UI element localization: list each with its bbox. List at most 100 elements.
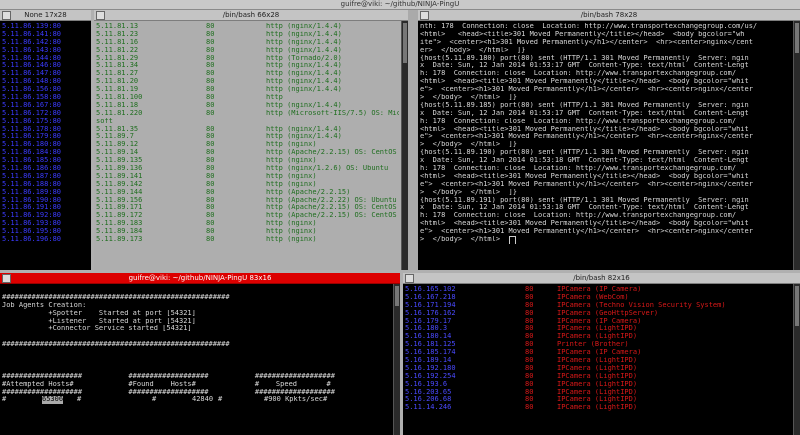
terminal-output[interactable]: nth: 178 Connection: close Location: htt… (418, 21, 793, 270)
scrollbar-thumb[interactable] (795, 286, 799, 326)
service-banner: http (nginx/1.4.4) (266, 86, 342, 94)
host-ip: 5.11.81.16 (96, 38, 139, 46)
host-port: 80 (525, 388, 534, 396)
output-line: 5.11.86.148:80 (2, 78, 62, 86)
scrollbar-thumb[interactable] (395, 286, 399, 306)
host-ip: 5.11.89.183 (96, 220, 143, 228)
close-icon[interactable] (2, 274, 11, 283)
host-port: 80 (525, 301, 534, 309)
output-line: h: 178 Connection: close Location: http:… (420, 70, 737, 78)
close-icon[interactable] (96, 11, 105, 20)
output-line: h: 178 Connection: close Location: http:… (420, 212, 737, 220)
service-banner: http (nginx/1.4.4) (266, 101, 342, 109)
device-type: IPCamera (Techno Vision Security System) (557, 301, 726, 309)
scrollbar[interactable] (793, 21, 800, 270)
terminal-pane-bash-66x28[interactable]: /bin/bash 66x28 5.11.81.13 80 http (nginx/… (94, 10, 408, 270)
host-ip: 5.16.189.14 (405, 357, 452, 365)
host-port: 80 (525, 325, 534, 333)
terminal-pane-ninja-pingu[interactable]: guifre@viki: ~/github/NINJA-PingU 83x16 … (0, 273, 400, 435)
output-line: x Date: Sun, 12 Jan 2014 01:53:18 GMT Co… (420, 204, 749, 212)
scan-result-row: 5.11.81.100 80 http (96, 94, 399, 102)
output-line: 5.11.86.167:80 (2, 101, 62, 109)
output-line: 5.11.86.175:80 (2, 117, 62, 125)
output-line: e"> <center><h1>301 Moved Permanently</h… (420, 133, 753, 141)
terminal-pane-bash-82x16[interactable]: /bin/bash 82x16 5.16.165.102 80 IPCamera (… (403, 273, 800, 435)
pane-title: /bin/bash 78x28 (580, 11, 638, 19)
close-icon[interactable] (405, 274, 414, 283)
host-ip: 5.16.180.14 (405, 333, 452, 341)
pane-title-bar: None 17x28 (0, 10, 91, 21)
terminal-output[interactable]: 5.11.86.139:80 5.11.86.141:80 5.11.86.142:… (0, 21, 91, 270)
output-line: 5.11.86.178:80 (2, 125, 62, 133)
output-line: e"> <center><h1>301 Moved Permanently</h… (420, 180, 753, 188)
scan-result-row: 5.11.89.14 80 http (Apache/2.2.15) OS: Cen… (96, 149, 399, 157)
host-ip: 5.16.179.17 (405, 317, 452, 325)
close-icon[interactable] (2, 11, 11, 20)
output-line: ########################################… (2, 293, 230, 301)
output-line: 5.11.86.144:80 (2, 54, 62, 62)
scrollbar-thumb[interactable] (403, 23, 407, 63)
scan-result-row: 5.11.81.35 80 http (nginx/1.4.4) (96, 126, 399, 134)
output-line: 5.11.86.139:80 (2, 23, 62, 30)
host-ip: 5.11.89.135 (96, 157, 143, 165)
pane-title: guifre@viki: ~/github/NINJA-PingU 83x16 (128, 274, 272, 282)
device-row: 5.16.176.162 80 IPCamera (GeoHttpServer) (405, 310, 791, 318)
output-line: 5.11.86.158:80 (2, 94, 62, 102)
pane-divider[interactable] (408, 10, 418, 270)
host-ip: 5.16.203.65 (405, 388, 452, 396)
device-row: 5.11.14.246 80 IPCamera (LightIPD) (405, 404, 791, 412)
host-port: 80 (525, 317, 534, 325)
host-ip: 5.11.81.34 (96, 62, 139, 70)
host-ip: 5.11.81.27 (96, 70, 139, 78)
terminal-pane-bash-78x28[interactable]: /bin/bash 78x28 nth: 178 Connection: clo… (418, 10, 800, 270)
service-banner: http (nginx/1.2.6) OS: Ubuntu (266, 165, 389, 173)
scrollbar[interactable] (393, 284, 400, 435)
host-port: 80 (206, 86, 215, 94)
output-line: 5.11.86.193:80 (2, 220, 62, 228)
scrollbar[interactable] (401, 21, 408, 270)
scan-result-row: 5.11.81.18 80 http (nginx/1.4.4) (96, 102, 399, 110)
scan-result-row: 5.11.81.220 80 http (Microsoft-IIS/7.5) OS… (96, 110, 399, 118)
host-port: 80 (206, 94, 215, 102)
terminal-output[interactable]: ########################################… (0, 284, 393, 435)
pane-title: /bin/bash 66x28 (222, 11, 280, 19)
terminal-output[interactable]: 5.16.165.102 80 IPCamera (IP Camera) 5.16.1… (403, 284, 793, 435)
terminal-cursor (508, 236, 516, 244)
device-row: 5.16.179.17 80 IPCamera (IP Camera) (405, 318, 791, 326)
host-ip: 5.16.192.254 (405, 372, 456, 380)
scrollbar-thumb[interactable] (795, 23, 799, 53)
terminal-output[interactable]: 5.11.81.13 80 http (nginx/1.4.4) 5.11.81.23… (94, 21, 401, 270)
pane-title-bar: /bin/bash 66x28 (94, 10, 408, 21)
scan-result-row: 5.11.89.7 80 http (nginx/1.4.4) (96, 133, 399, 141)
service-banner: http (Apache/2.2.22) OS: Ubuntu (266, 196, 397, 204)
scrollbar[interactable] (793, 284, 800, 435)
output-line: > </body> </html> (420, 236, 791, 244)
device-type: IPCamera (LightIPD) (557, 372, 638, 380)
close-icon[interactable] (420, 11, 429, 20)
service-banner: http (nginx) (266, 228, 317, 236)
device-row: 5.16.181.125 80 Printer (Brother) (405, 341, 791, 349)
stat-found-hosts: 42840 (192, 396, 214, 404)
host-ip: 5.16.180.3 (405, 325, 448, 333)
terminal-pane-none[interactable]: None 17x28 5.11.86.139:80 5.11.86.141:80 5… (0, 10, 91, 270)
output-line: nth: 178 Connection: close Location: htt… (420, 23, 758, 30)
host-port: 80 (206, 23, 215, 30)
device-row: 5.16.189.14 80 IPCamera (LightIPD) (405, 357, 791, 365)
host-ip: 5.16.185.174 (405, 349, 456, 357)
device-type: IPCamera (IP Camera) (557, 317, 642, 325)
device-type: IPCamera (LightIPD) (557, 333, 638, 341)
host-port: 80 (206, 180, 215, 188)
host-ip: 5.11.89.171 (96, 204, 143, 212)
stat-attempted-hosts: 65306 (42, 396, 64, 405)
host-ip: 5.16.171.194 (405, 301, 456, 309)
host-port: 80 (206, 212, 215, 220)
output-line: x Date: Sun, 12 Jan 2014 01:53:17 GMT Co… (420, 109, 749, 117)
output-line: 5.11.86.179:80 (2, 133, 62, 141)
stats-row: #65306 # #42840 # #900 Kpkts/sec# (2, 396, 391, 405)
output-line: 5.11.86.141:80 (2, 30, 62, 38)
host-ip: 5.11.89.173 (96, 236, 143, 244)
scan-result-row: 5.11.81.27 80 http (nginx/1.4.4) (96, 70, 399, 78)
output-line: {host(5.11.89.190) port(80) sent (HTTP/1… (420, 149, 749, 157)
host-ip: 5.11.89.7 (96, 133, 134, 141)
output-line: x Date: Sun, 12 Jan 2014 01:53:17 GMT Co… (420, 62, 749, 70)
